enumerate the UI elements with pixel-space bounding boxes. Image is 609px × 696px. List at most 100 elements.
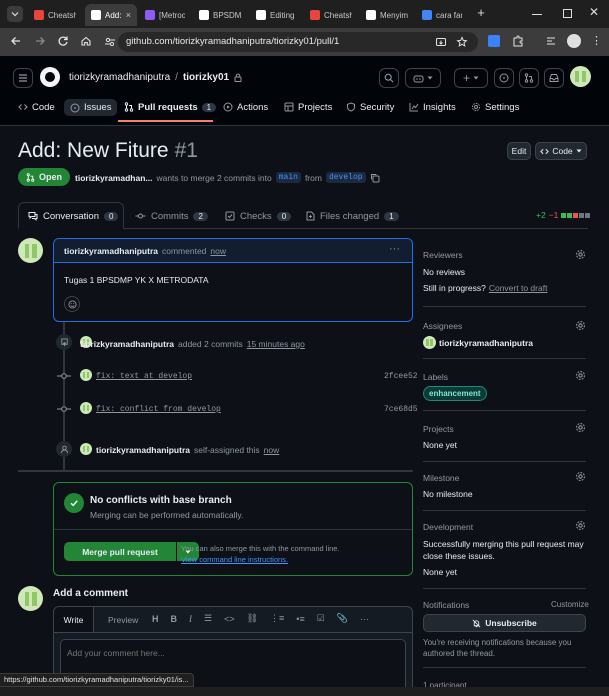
back-icon[interactable] <box>10 35 22 47</box>
extension-icon[interactable] <box>488 35 500 47</box>
user-avatar[interactable] <box>570 66 591 87</box>
unsubscribe-button[interactable]: Unsubscribe <box>423 614 586 632</box>
browser-tab[interactable]: cara fan <box>416 4 468 26</box>
comment-author[interactable]: tiorizkyramadhaniputra <box>64 246 158 256</box>
code-icon[interactable]: <> <box>224 614 235 624</box>
edit-title-button[interactable]: Edit <box>507 142 531 160</box>
quote-icon[interactable]: ☰ <box>204 613 212 624</box>
ordered-list-icon[interactable]: ⋮≡ <box>270 613 284 624</box>
browser-tab[interactable]: BPSDM <box>193 4 248 26</box>
head-branch[interactable]: develop <box>325 172 366 183</box>
bold-icon[interactable]: B <box>171 614 178 624</box>
copilot-button[interactable] <box>405 68 441 88</box>
assign-time[interactable]: now <box>264 445 280 455</box>
commit-1-sha[interactable]: 2fcee52 <box>384 372 418 381</box>
browser-tab[interactable]: [Metroc <box>139 4 191 26</box>
attach-icon[interactable]: 📎 <box>337 613 348 624</box>
inbox-button[interactable] <box>544 68 564 88</box>
commit-2-sha[interactable]: 7ce68d5 <box>384 405 418 414</box>
write-tab[interactable]: Write <box>54 607 94 632</box>
new-comment-avatar[interactable] <box>18 586 43 611</box>
customize-link[interactable]: Customize <box>551 600 589 609</box>
labels-gear-icon[interactable] <box>575 370 586 381</box>
reviewers-gear-icon[interactable] <box>575 249 586 260</box>
commit-1-avatar[interactable] <box>80 369 92 381</box>
commit-2-avatar[interactable] <box>80 402 92 414</box>
merge-pull-request-button[interactable]: Merge pull request <box>64 542 176 561</box>
tab-commits[interactable]: Commits 2 <box>135 208 208 224</box>
comment-menu-icon[interactable]: ··· <box>389 243 400 255</box>
italic-icon[interactable]: I <box>189 614 192 624</box>
close-window-button[interactable]: ✕ <box>589 5 599 19</box>
assignee-avatar[interactable] <box>423 336 436 349</box>
browser-tab[interactable]: Cheatsh <box>28 4 82 26</box>
browser-menu-icon[interactable]: ⋮ <box>591 34 602 48</box>
minimize-button[interactable] <box>532 14 542 15</box>
assign-author[interactable]: tiorizkyramadhaniputra <box>96 445 190 455</box>
link-icon[interactable]: ⛓ <box>247 613 258 624</box>
preview-tab[interactable]: Preview <box>108 615 138 625</box>
nav-security[interactable]: Security <box>346 99 394 115</box>
comment-time[interactable]: now <box>210 246 226 256</box>
profile-avatar[interactable] <box>567 34 581 48</box>
close-tab-icon[interactable]: × <box>126 10 131 20</box>
nav-pull-requests[interactable]: Pull requests 1 <box>124 99 217 115</box>
nav-settings[interactable]: Settings <box>471 99 519 115</box>
browser-tab[interactable]: Menyim <box>360 4 414 26</box>
add-reaction-button[interactable] <box>64 296 80 312</box>
assignee-name[interactable]: tiorizkyramadhaniputra <box>439 338 533 348</box>
nav-insights[interactable]: Insights <box>409 99 456 115</box>
more-options-icon[interactable]: ··· <box>360 614 369 624</box>
convert-to-draft-link[interactable]: Convert to draft <box>489 283 548 293</box>
hamburger-menu-button[interactable] <box>13 68 33 88</box>
tab-checks[interactable]: Checks 0 <box>225 208 292 224</box>
search-button[interactable] <box>379 68 399 88</box>
nav-issues[interactable]: Issues <box>64 99 118 116</box>
copy-icon[interactable] <box>370 173 380 183</box>
commit-1-message[interactable]: fix: text at develop <box>96 372 192 381</box>
projects-gear-icon[interactable] <box>575 422 586 433</box>
new-tab-button[interactable]: + <box>474 6 488 20</box>
commits-event-author[interactable]: tiorizkyramadhaniputra <box>80 339 174 349</box>
reading-list-icon[interactable] <box>545 35 557 47</box>
status-url: https://github.com/tiorizkyramadhaniputr… <box>4 675 189 684</box>
issues-header-button[interactable] <box>494 68 514 88</box>
task-list-icon[interactable]: ☑ <box>317 613 325 624</box>
install-icon[interactable] <box>435 36 447 48</box>
commits-event-time[interactable]: 15 minutes ago <box>247 339 305 349</box>
pr-author-link[interactable]: tiorizkyramadhan... <box>75 173 152 183</box>
assign-event-avatar[interactable] <box>80 443 92 455</box>
extensions-puzzle-icon[interactable] <box>512 35 524 47</box>
nav-code[interactable]: Code <box>18 99 55 115</box>
browser-tab[interactable]: Editing <box>250 4 302 26</box>
github-logo-icon[interactable] <box>40 67 60 87</box>
comment-author-avatar[interactable] <box>18 238 43 263</box>
pull-requests-header-button[interactable] <box>519 68 539 88</box>
command-line-link[interactable]: View command line instructions. <box>181 555 288 564</box>
tab-files-changed[interactable]: Files changed 1 <box>306 208 399 224</box>
browser-tab[interactable]: Add: × <box>85 4 137 26</box>
repo-owner-link[interactable]: tiorizkyramadhaniputra <box>69 72 170 83</box>
heading-icon[interactable]: H <box>152 614 159 624</box>
create-new-button[interactable]: + <box>454 68 488 88</box>
unordered-list-icon[interactable]: •≡ <box>296 614 304 624</box>
milestone-gear-icon[interactable] <box>575 471 586 482</box>
repo-name-link[interactable]: tiorizky01 <box>183 72 229 83</box>
commit-2-message[interactable]: fix: conflict from develop <box>96 405 221 414</box>
code-dropdown-button[interactable]: Code <box>535 142 587 160</box>
development-gear-icon[interactable] <box>575 520 586 531</box>
reload-icon[interactable] <box>57 35 69 47</box>
assignees-gear-icon[interactable] <box>575 320 586 331</box>
label-enhancement[interactable]: enhancement <box>423 386 487 401</box>
nav-actions[interactable]: Actions <box>223 99 268 115</box>
nav-projects[interactable]: Projects <box>284 99 332 115</box>
home-icon[interactable] <box>80 35 92 47</box>
tab-search-button[interactable] <box>7 6 23 22</box>
base-branch[interactable]: main <box>275 172 301 183</box>
address-bar[interactable]: github.com/tiorizkyramadhaniputra/tioriz… <box>105 32 478 52</box>
site-info-icon[interactable] <box>104 36 116 48</box>
forward-icon[interactable] <box>34 35 46 47</box>
bookmark-star-icon[interactable] <box>456 36 468 48</box>
maximize-button[interactable] <box>563 9 572 18</box>
browser-tab[interactable]: Cheatsh <box>304 4 358 26</box>
